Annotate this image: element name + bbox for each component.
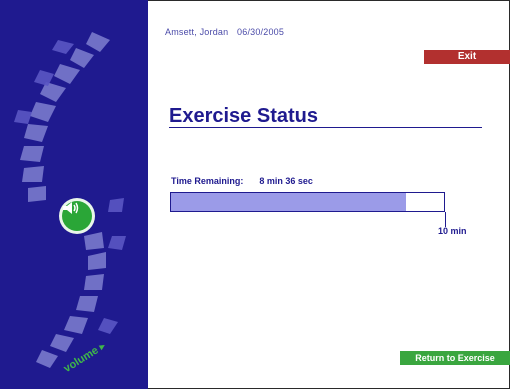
speaker-icon — [63, 202, 79, 214]
progress-max-label: 10 min — [438, 226, 467, 236]
page-title: Exercise Status — [169, 105, 318, 127]
exit-button[interactable]: Exit — [424, 50, 510, 64]
title-underline — [169, 127, 482, 128]
progress-max-tick — [445, 212, 446, 227]
user-name: Amsett, Jordan — [165, 27, 229, 37]
sidebar: volume ▸ — [0, 0, 148, 389]
session-date: 06/30/2005 — [237, 27, 285, 37]
time-remaining-label: Time Remaining: — [171, 176, 244, 186]
speaker-button[interactable] — [62, 201, 92, 231]
time-progress-fill — [171, 193, 406, 211]
time-remaining-value: 8 min 36 sec — [259, 176, 313, 186]
decorative-wave-pattern — [14, 32, 126, 368]
time-remaining: Time Remaining: 8 min 36 sec — [171, 176, 313, 186]
return-to-exercise-button[interactable]: Return to Exercise — [400, 351, 510, 365]
user-info: Amsett, Jordan 06/30/2005 — [165, 27, 284, 37]
time-progress-bar — [170, 192, 445, 212]
